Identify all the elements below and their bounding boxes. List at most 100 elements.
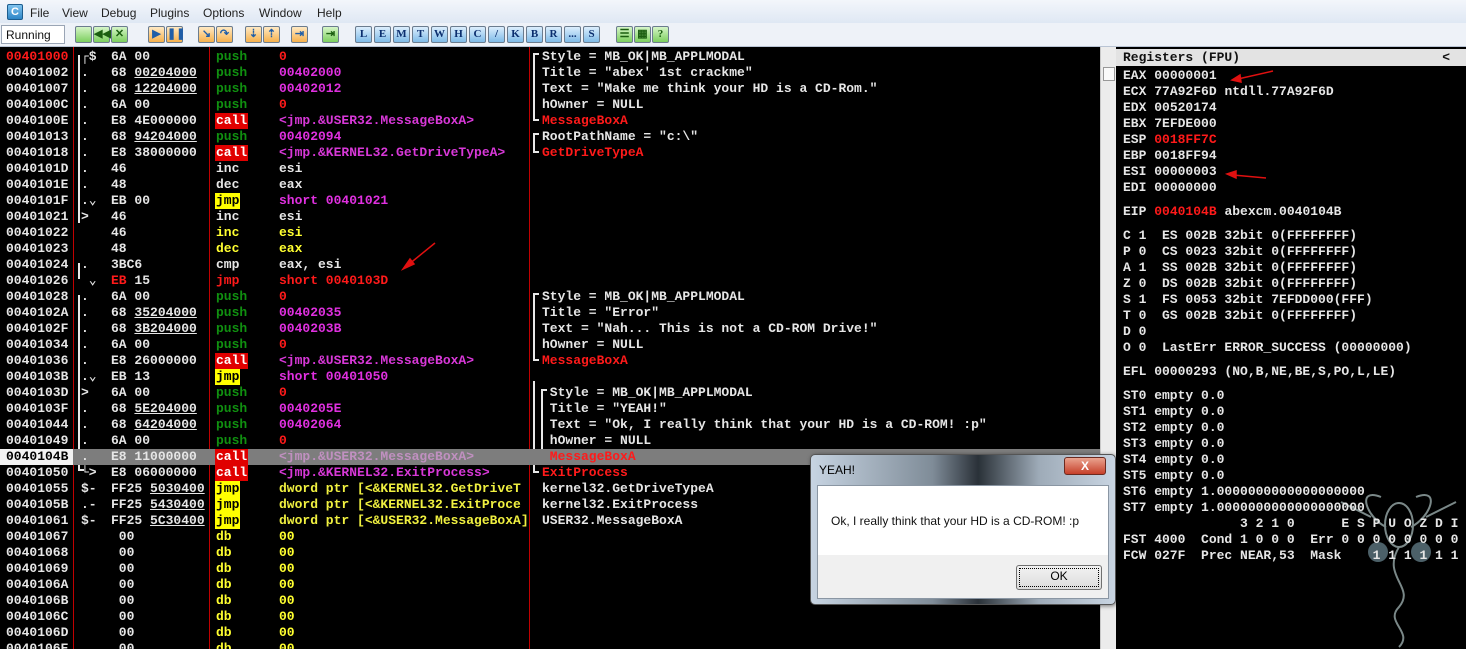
windows-button[interactable]: W [431,26,448,43]
register-esp[interactable]: ESP 0018FF7C [1123,132,1217,148]
disasm-row[interactable]: 00401021 >46 inc esi [0,209,1100,225]
disasm-row[interactable]: 00401026 ⌄ EB 15 jmp short 0040103D [0,273,1100,289]
scroll-thumb[interactable] [1103,67,1115,81]
address: 00401026 [6,273,69,288]
source-button[interactable]: S [583,26,600,43]
step-into-button[interactable]: ↘ [198,26,215,43]
close-button[interactable]: ✕ [111,26,128,43]
fpu-flags-header: 3 2 1 0 E S P U O Z D I [1123,516,1459,531]
menu-plugins[interactable]: Plugins [150,6,189,20]
trace-over-button[interactable]: ⇡ [263,26,280,43]
operand-bytes: 00 [134,385,151,400]
menu-options[interactable]: Options [203,6,244,20]
restart-button[interactable]: ◀◀ [93,26,111,43]
step-over-button[interactable]: ↷ [216,26,233,43]
menu-window[interactable]: Window [259,6,302,20]
disasm-row[interactable]: 0040101F .⌄ EB 00 jmp short 00401021 [0,193,1100,209]
disasm-row[interactable]: 00401044. 68 64204000 push 00402064 Text = … [0,417,1100,433]
menu-view[interactable]: View [62,6,88,20]
register-edi[interactable]: EDI 00000000 [1123,180,1217,196]
comment: MessageBoxA [542,353,628,368]
address: 00401055 [6,481,69,496]
operands: 0040205E [279,401,342,416]
disasm-row[interactable]: 00401002. 68 00204000 push 00402000 Title = … [0,65,1100,81]
disasm-row[interactable]: 0040103D >6A 00 push 0 Style = MB_OK|MB_APP… [0,385,1100,401]
disasm-row[interactable]: 00401028. 6A 00 push 0 Style = MB_OK|MB_APPL… [0,289,1100,305]
patches-button[interactable]: / [488,26,505,43]
help-button[interactable]: ? [652,26,669,43]
disasm-row[interactable]: 00401022 46 inc esi [0,225,1100,241]
debugging-options-button[interactable]: ☰ [616,26,633,43]
hex-bytes: FF25 5430400 [111,497,205,513]
address: 0040102F [6,321,69,336]
mnemonic: push [216,337,248,352]
disasm-row[interactable]: 00401036. E8 26000000 call <jmp.&USER32.Mes… [0,353,1100,369]
mnemonic: push [216,289,248,304]
threads-button[interactable]: T [412,26,429,43]
opcode-byte: FF25 [111,513,143,528]
executable-modules-button[interactable]: E [374,26,391,43]
trace-into-button[interactable]: ⇣ [245,26,262,43]
disasm-row[interactable]: 0040101E. 48 dec eax [0,177,1100,193]
jump-marker: $- [81,481,97,496]
disasm-row[interactable]: 00401018. E8 38000000 call <jmp.&KERNEL32.G… [0,145,1100,161]
references-button[interactable]: R [545,26,562,43]
operands: 00 [279,545,295,560]
registers-pane[interactable]: Registers (FPU) < EAX 00000001 ECX 77A92F… [1116,47,1466,649]
pause-button[interactable]: ❚❚ [166,26,185,43]
register-ebx[interactable]: EBX 7EFDE000 [1123,116,1217,132]
disasm-row[interactable]: 0040100E. E8 4E000000 call <jmp.&USER32.Mes… [0,113,1100,129]
register-ecx[interactable]: ECX 77A92F6D ntdll.77A92F6D [1123,84,1334,100]
appearance-button[interactable]: ▦ [634,26,651,43]
menu-help[interactable]: Help [317,6,342,20]
register-name: EAX [1123,68,1147,83]
mnemonic: inc [216,209,240,224]
register-ebp[interactable]: EBP 0018FF94 [1123,148,1217,164]
disasm-row[interactable]: 00401013. 68 94204000 push 00402094 RootPath… [0,129,1100,145]
disasm-row[interactable]: 0040106C 00 db 00 [0,609,1100,625]
execute-till-return-button[interactable]: ⇥ [291,26,308,43]
disasm-row[interactable]: 00401023 48 dec eax [0,241,1100,257]
operands: 0 [279,289,287,304]
menu-file[interactable]: File [30,6,49,20]
disasm-row[interactable]: 00401024. 3BC6 cmp eax, esi [0,257,1100,273]
disasm-row[interactable]: 0040102A. 68 35204000 push 00402035 Title = … [0,305,1100,321]
call-stack-button[interactable]: K [507,26,524,43]
disasm-row[interactable]: 0040106D 00 db 00 [0,625,1100,641]
registers-title-bar[interactable]: Registers (FPU) < [1116,49,1466,66]
log-window-button[interactable]: L [355,26,372,43]
disasm-row[interactable]: 0040106E 00 db 00 [0,641,1100,649]
collapse-chevron-icon[interactable]: < [1442,49,1450,66]
memory-map-button[interactable]: M [393,26,410,43]
run-trace-button[interactable]: ... [564,26,581,43]
register-esi[interactable]: ESI 00000003 [1123,164,1217,180]
comment: hOwner = NULL [542,337,644,352]
ok-button[interactable]: OK [1016,565,1102,590]
disasm-row[interactable]: 00401034. 6A 00 push 0 hOwner = NULL [0,337,1100,353]
breakpoints-button[interactable]: B [526,26,543,43]
menu-debug[interactable]: Debug [101,6,136,20]
go-to-button[interactable]: ⇥ [322,26,339,43]
mnemonic: push [216,321,248,336]
disasm-row[interactable]: 00401007. 68 12204000 push 00402012 Text = "… [0,81,1100,97]
run-button[interactable]: ▶ [148,26,165,43]
disasm-row[interactable]: 0040101D. 46 inc esi [0,161,1100,177]
disasm-row[interactable]: 0040100C. 6A 00 push 0 hOwner = NULL [0,97,1100,113]
register-eip[interactable]: EIP 0040104B abexcm.0040104B [1123,204,1341,220]
disasm-row[interactable]: 00401000 ┌$ 6A 00 push 0 Style = MB_OK|MB_APP… [0,49,1100,65]
comment: ExitProcess [542,465,628,480]
dialog-close-button[interactable]: X [1064,457,1106,475]
operands: 00402012 [279,81,342,96]
disasm-row[interactable]: 00401049. 6A 00 push 0 hOwner = NULL [0,433,1100,449]
handles-button[interactable]: H [450,26,467,43]
comment: USER32.MessageBoxA [542,513,683,528]
disasm-row[interactable]: 0040103B .⌄ EB 13 jmp short 00401050 [0,369,1100,385]
open-button[interactable] [75,26,92,43]
register-edx[interactable]: EDX 00520174 [1123,100,1217,116]
operands: 0 [279,337,287,352]
cpu-button[interactable]: C [469,26,486,43]
handles-icon: H [454,28,463,40]
disasm-row[interactable]: 0040102F. 68 3B204000 push 0040203B Text = "… [0,321,1100,337]
register-eax[interactable]: EAX 00000001 [1123,68,1217,84]
disasm-row[interactable]: 0040103F. 68 5E204000 push 0040205E Title =… [0,401,1100,417]
